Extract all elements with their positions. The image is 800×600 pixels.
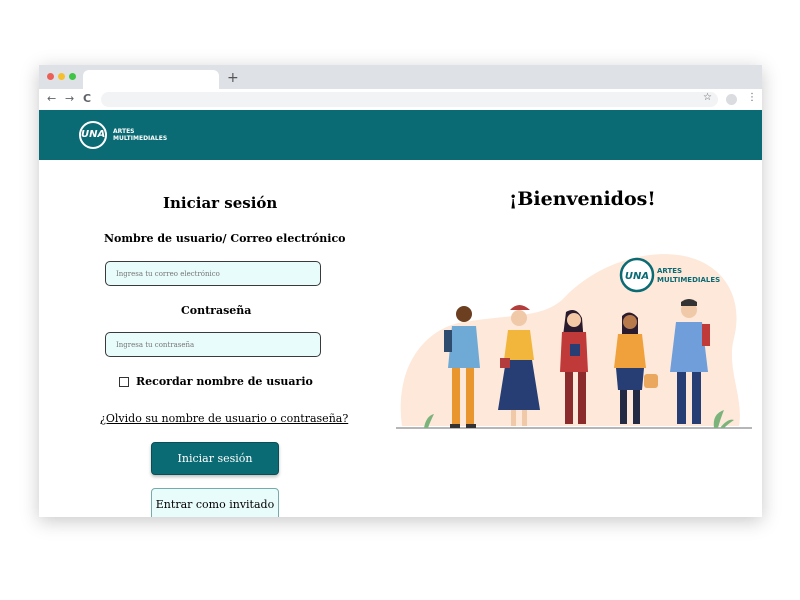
- bookmark-star-icon[interactable]: ☆: [703, 92, 712, 103]
- password-label: Contraseña: [181, 304, 252, 317]
- welcome-title: ¡Bienvenidos!: [509, 188, 656, 210]
- browser-toolbar: ← → C ☆ ⋮: [39, 89, 762, 111]
- password-field[interactable]: [105, 332, 321, 357]
- site-header: UNA ARTES MULTIMEDIALES: [39, 110, 762, 160]
- illustration-brand-line2: MULTIMEDIALES: [657, 276, 720, 284]
- profile-avatar[interactable]: [726, 94, 737, 105]
- illustration-logo-text: UNA: [625, 271, 649, 282]
- una-logo[interactable]: UNA: [79, 121, 107, 149]
- maximize-window-button[interactable]: [69, 73, 76, 80]
- browser-menu-icon[interactable]: ⋮: [747, 92, 757, 103]
- guest-button[interactable]: Entrar como invitado: [151, 488, 279, 517]
- active-tab[interactable]: [83, 70, 219, 89]
- new-tab-button[interactable]: +: [227, 70, 239, 86]
- tab-bar: +: [39, 65, 762, 89]
- user-label: Nombre de usuario/ Correo electrónico: [104, 232, 346, 245]
- close-window-button[interactable]: [47, 73, 54, 80]
- illustration-brand-line1: ARTES: [657, 267, 682, 275]
- reload-icon[interactable]: C: [83, 92, 91, 105]
- brand-name-line1: ARTES: [113, 128, 135, 135]
- back-icon[interactable]: ←: [47, 92, 56, 105]
- browser-window: + ← → C ☆ ⋮ UNA ARTES MULTIMEDIALES Inic…: [39, 65, 762, 517]
- brand-name-line2: MULTIMEDIALES: [113, 135, 168, 142]
- minimize-window-button[interactable]: [58, 73, 65, 80]
- main-content: Iniciar sesión Nombre de usuario/ Correo…: [39, 160, 762, 517]
- login-title: Iniciar sesión: [163, 194, 278, 212]
- address-bar[interactable]: [101, 92, 718, 107]
- students-illustration: UNA ARTES MULTIMEDIALES: [396, 254, 752, 429]
- login-button[interactable]: Iniciar sesión: [151, 442, 279, 475]
- email-field[interactable]: [105, 261, 321, 286]
- remember-label: Recordar nombre de usuario: [136, 375, 313, 388]
- forward-icon[interactable]: →: [65, 92, 74, 105]
- forgot-credentials-link[interactable]: ¿Olvido su nombre de usuario o contraseñ…: [100, 412, 348, 425]
- remember-checkbox[interactable]: [119, 377, 129, 387]
- brand-name: ARTES MULTIMEDIALES: [113, 128, 167, 142]
